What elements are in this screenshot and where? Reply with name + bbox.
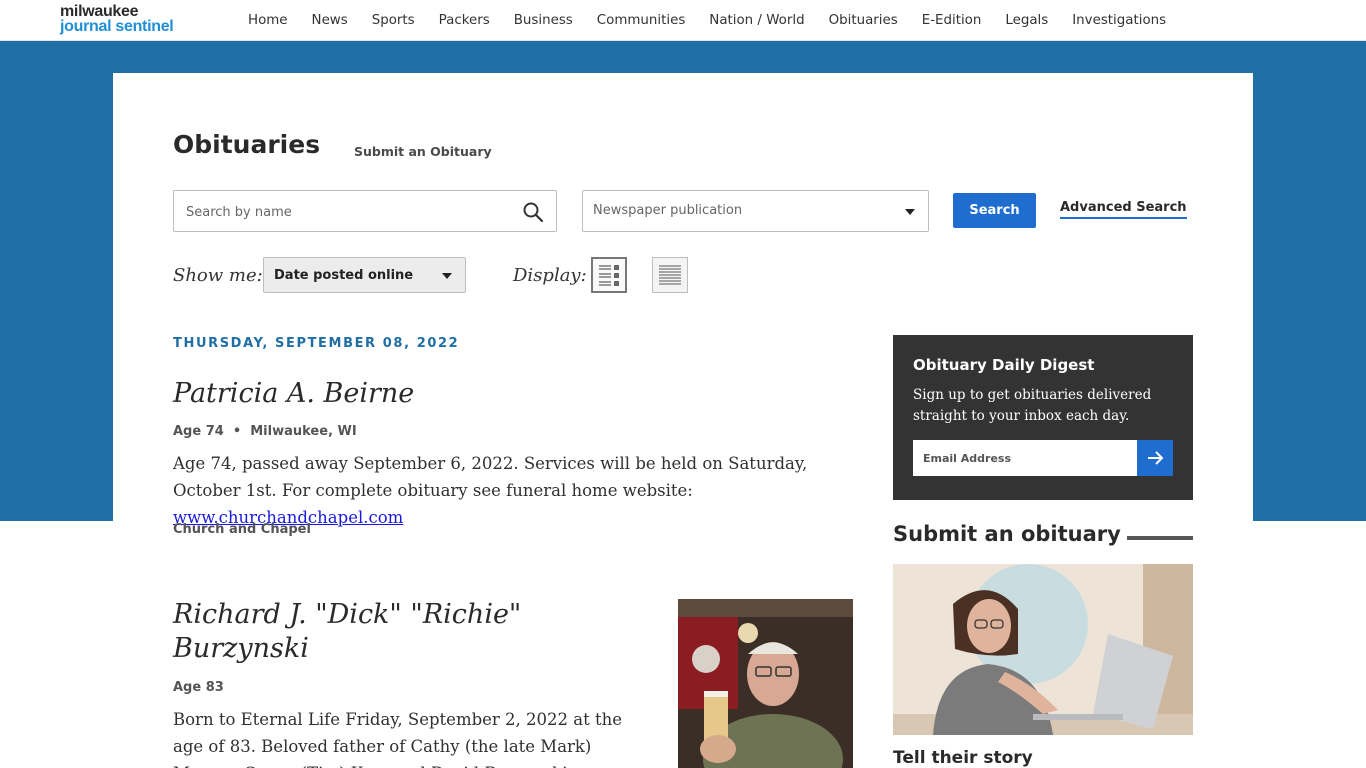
obituary-name-line-2: Burzynski xyxy=(173,633,309,664)
main-nav: Home News Sports Packers Business Commun… xyxy=(236,0,1178,41)
publication-select-value: Newspaper publication xyxy=(593,203,743,218)
date-header: THURSDAY, SEPTEMBER 08, 2022 xyxy=(173,336,460,351)
nav-legals[interactable]: Legals xyxy=(993,13,1060,28)
obituary-name-link[interactable]: Richard J. "Dick" "Richie" Burzynski xyxy=(173,598,643,666)
advanced-search-link[interactable]: Advanced Search xyxy=(1060,200,1187,219)
sort-select[interactable]: Date posted online xyxy=(263,257,466,293)
subscribe-button[interactable] xyxy=(1137,440,1173,476)
search-button[interactable]: Search xyxy=(953,193,1036,228)
obituary-digest-signup: Obituary Daily Digest Sign up to get obi… xyxy=(893,335,1193,500)
obituary-summary-line-3: Maurer, Susan (Tim) Koss and David Burzy… xyxy=(173,760,653,768)
sort-select-value: Date posted online xyxy=(274,268,414,283)
nav-sports[interactable]: Sports xyxy=(360,13,427,28)
obituary-summary-line-1: Born to Eternal Life Friday, September 2… xyxy=(173,710,623,729)
display-list-text-button[interactable] xyxy=(652,257,688,293)
search-input[interactable] xyxy=(186,201,506,223)
obituary-summary: Born to Eternal Life Friday, September 2… xyxy=(173,706,653,768)
nav-business[interactable]: Business xyxy=(502,13,585,28)
obituary-name-link[interactable]: Patricia A. Beirne xyxy=(173,377,414,411)
nav-nation-world[interactable]: Nation / World xyxy=(697,13,816,28)
top-navigation-bar: milwaukee journal sentinel Home News Spo… xyxy=(0,0,1366,41)
obituary-summary-line-2: age of 83. Beloved father of Cathy (the … xyxy=(173,737,592,756)
obituary-meta: Age 74 • Milwaukee, WI xyxy=(173,424,357,439)
nav-e-edition[interactable]: E-Edition xyxy=(910,13,994,28)
search-icon[interactable] xyxy=(522,201,544,223)
obituary-summary-text: Age 74, passed away September 6, 2022. S… xyxy=(173,454,808,500)
chevron-down-icon xyxy=(905,209,915,215)
funeral-home-name: Church and Chapel xyxy=(173,522,311,537)
chevron-down-icon xyxy=(442,273,452,279)
obituary-name-line-1: Richard J. "Dick" "Richie" xyxy=(173,599,522,630)
bullet-separator: • xyxy=(228,424,246,439)
nav-obituaries[interactable]: Obituaries xyxy=(817,13,910,28)
obituary-location: Milwaukee, WI xyxy=(250,424,357,439)
email-field[interactable] xyxy=(913,440,1137,476)
obituary-summary: Age 74, passed away September 6, 2022. S… xyxy=(173,450,863,531)
arrow-right-icon xyxy=(1148,451,1164,465)
submit-obituary-heading: Submit an obituary xyxy=(893,522,1121,546)
submit-obituary-link[interactable]: Submit an Obituary xyxy=(354,144,492,159)
display-list-with-photos-button[interactable] xyxy=(591,257,627,293)
nav-home[interactable]: Home xyxy=(236,13,300,28)
list-thumbnail-icon xyxy=(599,265,619,286)
logo-line-2: journal sentinel xyxy=(60,18,174,35)
obituary-photo[interactable] xyxy=(678,599,853,768)
publication-select[interactable]: Newspaper publication xyxy=(582,190,929,232)
portrait-illustration xyxy=(678,599,853,768)
display-label: Display: xyxy=(513,265,587,286)
submit-obituary-image[interactable] xyxy=(893,564,1193,735)
obituary-age: Age 83 xyxy=(173,680,224,695)
page-title: Obituaries xyxy=(173,130,321,159)
nav-news[interactable]: News xyxy=(300,13,360,28)
digest-description: Sign up to get obituaries delivered stra… xyxy=(913,387,1152,424)
nav-investigations[interactable]: Investigations xyxy=(1060,13,1178,28)
logo-line-1: milwaukee xyxy=(60,3,139,20)
nav-packers[interactable]: Packers xyxy=(427,13,502,28)
list-icon xyxy=(659,265,681,285)
nav-communities[interactable]: Communities xyxy=(585,13,698,28)
promo-caption: Tell their story xyxy=(893,748,1033,768)
obituary-age: Age 74 xyxy=(173,424,224,439)
site-logo[interactable]: milwaukee journal sentinel xyxy=(60,3,174,35)
digest-title: Obituary Daily Digest xyxy=(913,356,1095,374)
heading-divider xyxy=(1127,536,1193,540)
name-search-box xyxy=(173,190,557,232)
woman-with-laptop-illustration xyxy=(893,564,1193,735)
show-me-label: Show me: xyxy=(173,265,263,286)
